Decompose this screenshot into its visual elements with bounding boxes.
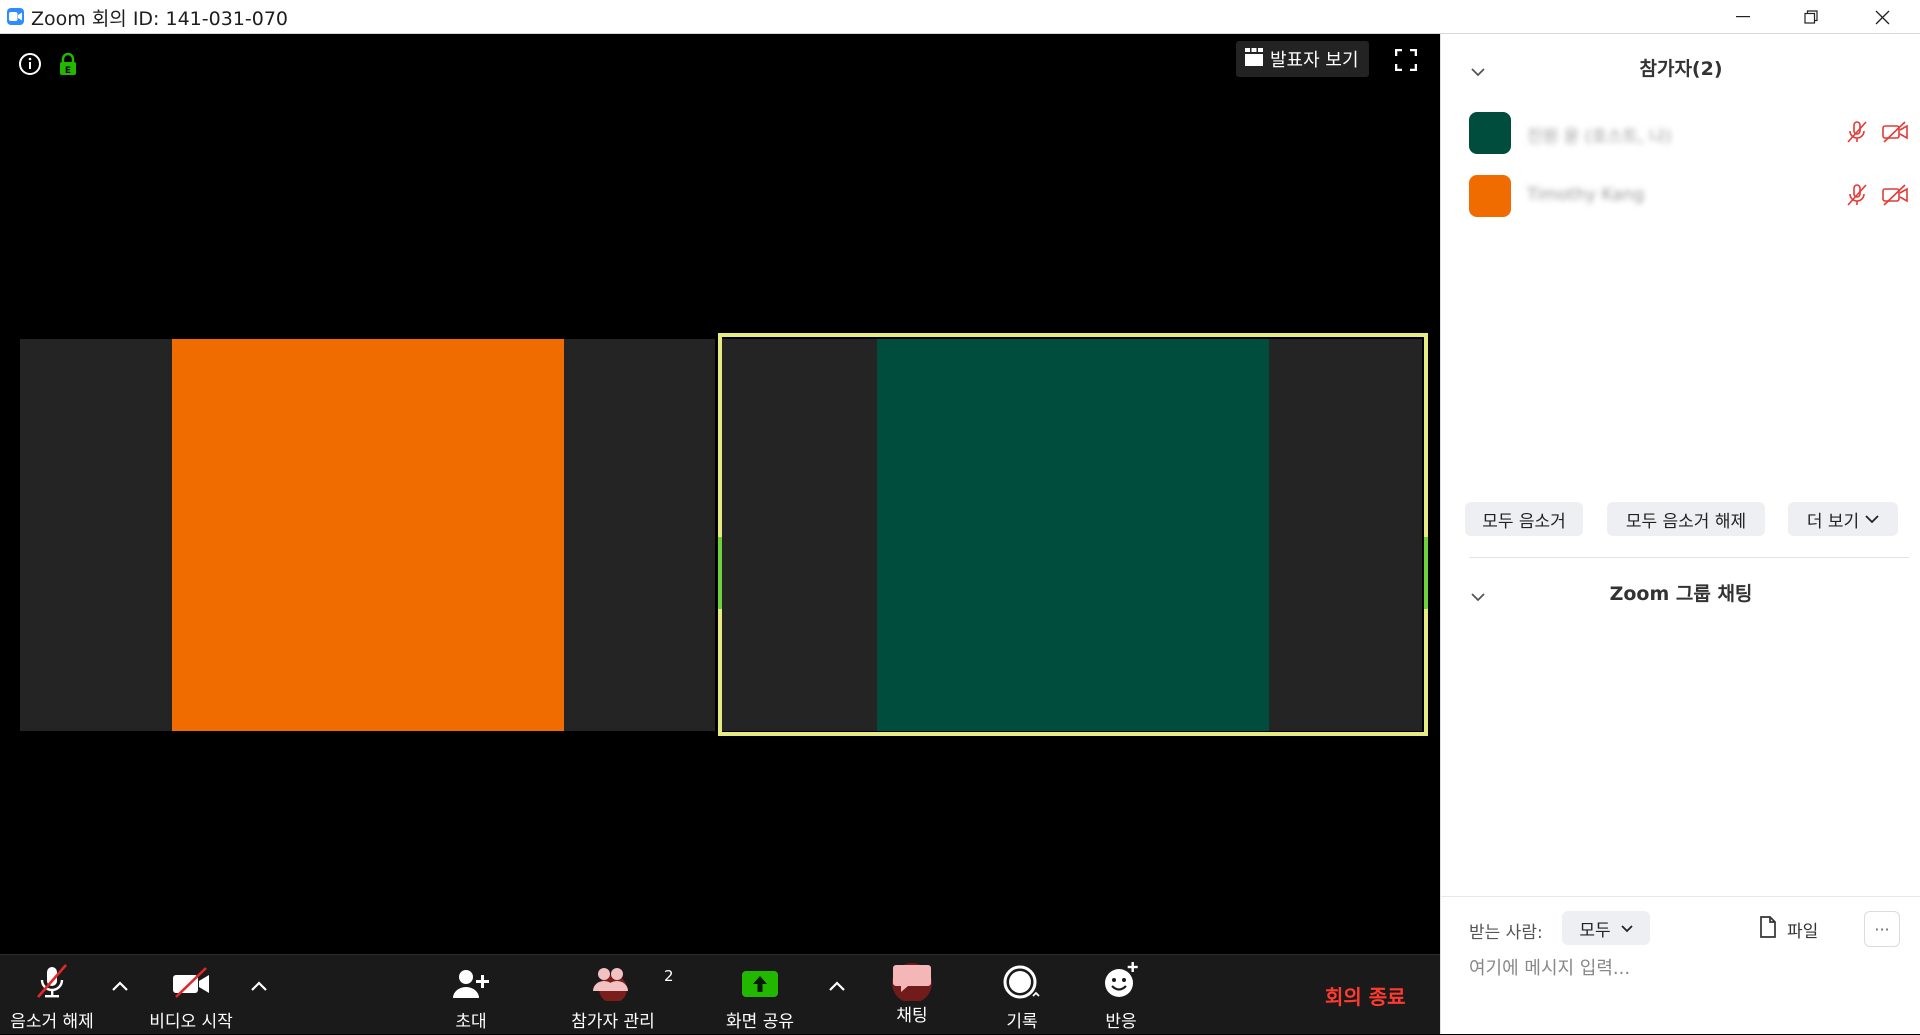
chat-title: Zoom 그룹 채팅 bbox=[1609, 583, 1753, 605]
reactions-label: 반응 bbox=[1105, 1012, 1137, 1032]
mute-all-button[interactable]: 모두 음소거 bbox=[1465, 502, 1583, 536]
chat-divider bbox=[1441, 896, 1920, 897]
unmute-all-button[interactable]: 모두 음소거 해제 bbox=[1607, 502, 1765, 536]
encryption-lock-icon[interactable]: E bbox=[58, 52, 78, 80]
minimize-button[interactable] bbox=[1709, 0, 1777, 34]
recipient-label: 받는 사람: bbox=[1469, 923, 1543, 943]
record-icon bbox=[1000, 955, 1044, 1001]
more-label: 더 보기 bbox=[1806, 511, 1860, 532]
video-tile-participant[interactable] bbox=[20, 339, 715, 731]
chat-label: 채팅 bbox=[896, 1006, 928, 1026]
recipient-value: 모두 bbox=[1579, 920, 1611, 941]
participant-avatar bbox=[172, 339, 564, 731]
meeting-toolbar: 음소거 해제 비디오 시작 초대 2 참가자 관리 화면 공유 채팅 기록 반응… bbox=[0, 954, 1440, 1034]
muted-mic-icon[interactable] bbox=[1845, 183, 1869, 211]
message-input[interactable] bbox=[1469, 952, 1899, 984]
window-title: Zoom 회의 ID: 141-031-070 bbox=[31, 8, 288, 30]
share-screen-icon bbox=[740, 955, 780, 1001]
unmute-button[interactable]: 음소거 해제 bbox=[0, 955, 104, 1035]
participant-avatar bbox=[1469, 175, 1511, 217]
record-button[interactable]: 기록 bbox=[992, 955, 1052, 1035]
participant-name: 진원 윤 (호스트, 나) bbox=[1527, 127, 1672, 147]
invite-label: 초대 bbox=[455, 1012, 487, 1032]
title-bar: Zoom 회의 ID: 141-031-070 bbox=[0, 0, 1920, 34]
unmute-label: 음소거 해제 bbox=[10, 1012, 94, 1032]
restore-button[interactable] bbox=[1777, 0, 1845, 34]
muted-mic-icon[interactable] bbox=[1845, 120, 1869, 148]
chat-button[interactable]: 채팅 bbox=[882, 955, 942, 1035]
video-options-caret-icon[interactable] bbox=[250, 977, 268, 996]
record-label: 기록 bbox=[1006, 1012, 1038, 1032]
chat-more-button[interactable]: ··· bbox=[1864, 911, 1900, 947]
chat-icon bbox=[888, 955, 936, 1001]
muted-mic-icon bbox=[32, 955, 72, 1001]
file-button[interactable]: 파일 bbox=[1759, 916, 1818, 943]
section-divider bbox=[1469, 557, 1909, 558]
start-video-label: 비디오 시작 bbox=[149, 1012, 233, 1032]
invite-button[interactable]: 초대 bbox=[440, 955, 502, 1035]
manage-participants-button[interactable]: 2 참가자 관리 bbox=[558, 955, 674, 1035]
more-options-button[interactable]: 더 보기 bbox=[1788, 502, 1898, 536]
participants-title: 참가자(2) bbox=[1639, 58, 1723, 80]
chevron-down-icon bbox=[1865, 509, 1879, 529]
file-icon bbox=[1759, 916, 1777, 943]
participants-count-badge: 2 bbox=[664, 967, 674, 985]
speaker-view-button[interactable]: 발표자 보기 bbox=[1236, 41, 1369, 77]
info-icon[interactable] bbox=[18, 52, 42, 80]
share-screen-button[interactable]: 화면 공유 bbox=[718, 955, 802, 1035]
add-person-icon bbox=[451, 955, 491, 1001]
close-button[interactable] bbox=[1848, 0, 1916, 34]
end-meeting-button[interactable]: 회의 종료 bbox=[1325, 981, 1406, 1010]
participant-row[interactable]: Timothy Kang bbox=[1469, 175, 1909, 219]
participants-label: 참가자 관리 bbox=[571, 1012, 655, 1032]
participant-name: Timothy Kang bbox=[1527, 185, 1645, 205]
video-off-icon[interactable] bbox=[1881, 183, 1909, 211]
start-video-button[interactable]: 비디오 시작 bbox=[140, 955, 242, 1035]
recipient-select[interactable]: 모두 bbox=[1562, 911, 1650, 945]
svg-text:E: E bbox=[65, 66, 71, 76]
video-tile-active-speaker[interactable] bbox=[722, 339, 1422, 731]
video-off-icon[interactable] bbox=[1881, 120, 1909, 148]
share-options-caret-icon[interactable] bbox=[828, 977, 846, 996]
participant-row[interactable]: 진원 윤 (호스트, 나) bbox=[1469, 112, 1909, 156]
participant-avatar bbox=[877, 339, 1269, 731]
zoom-logo-icon bbox=[7, 8, 24, 25]
share-screen-label: 화면 공유 bbox=[726, 1012, 794, 1032]
video-off-icon bbox=[170, 955, 212, 1001]
audio-options-caret-icon[interactable] bbox=[111, 977, 129, 996]
speaker-view-label: 발표자 보기 bbox=[1270, 50, 1359, 71]
fullscreen-icon[interactable] bbox=[1394, 48, 1418, 75]
grid-view-icon bbox=[1244, 47, 1264, 72]
participants-icon: 2 bbox=[590, 955, 674, 1001]
emoji-reaction-icon bbox=[1099, 955, 1143, 1001]
file-label: 파일 bbox=[1787, 922, 1819, 942]
video-area: E 발표자 보기 bbox=[0, 34, 1440, 954]
reactions-button[interactable]: 반응 bbox=[1091, 955, 1151, 1035]
participant-avatar bbox=[1469, 112, 1511, 154]
side-panel: 참가자(2) 진원 윤 (호스트, 나) Timothy Kang 모두 음소거… bbox=[1440, 34, 1920, 1034]
chevron-down-icon bbox=[1621, 918, 1633, 938]
